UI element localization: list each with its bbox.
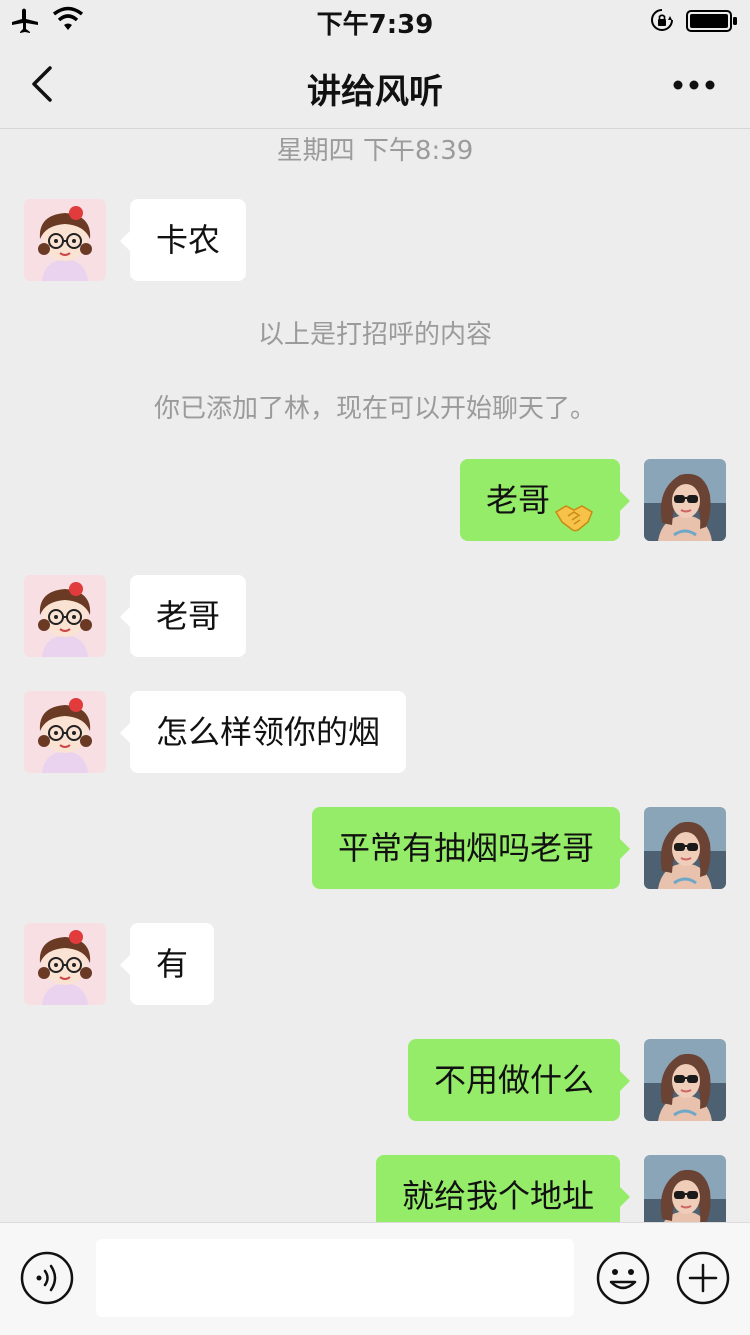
my-avatar[interactable] <box>644 1039 726 1121</box>
chat-timestamp: 星期四 下午8:39 <box>276 136 474 166</box>
contact-avatar[interactable] <box>24 923 106 1005</box>
message-text: 老哥 <box>485 481 550 519</box>
outgoing-message[interactable]: 老哥 <box>459 459 631 541</box>
navigation-bar: 讲给风听 <box>0 40 750 129</box>
system-note-added: 你已添加了林，现在可以开始聊天了。 <box>153 394 596 424</box>
system-note-greeting: 以上是打招呼的内容 <box>257 320 492 350</box>
status-bar: 下午7:39 <box>0 0 750 40</box>
incoming-message[interactable]: 有 <box>119 923 215 1005</box>
status-time: 下午7:39 <box>316 10 434 40</box>
my-avatar[interactable] <box>644 459 726 541</box>
voice-icon[interactable] <box>20 1251 74 1305</box>
my-avatar[interactable] <box>644 807 726 889</box>
handshake-emoji-icon <box>554 482 594 532</box>
contact-avatar[interactable] <box>24 575 106 657</box>
battery-icon <box>686 10 738 32</box>
emoji-icon[interactable] <box>596 1251 650 1305</box>
outgoing-message[interactable]: 不用做什么 <box>407 1039 631 1121</box>
plus-icon[interactable] <box>676 1251 730 1305</box>
incoming-message[interactable]: 老哥 <box>119 575 247 657</box>
orientation-lock-icon <box>650 8 674 32</box>
outgoing-message[interactable]: 平常有抽烟吗老哥 <box>311 807 631 889</box>
contact-avatar[interactable] <box>24 691 106 773</box>
message-input[interactable] <box>96 1239 574 1317</box>
input-bar <box>0 1222 750 1335</box>
more-icon[interactable] <box>672 76 716 90</box>
incoming-message[interactable]: 怎么样领你的烟 <box>119 691 407 773</box>
contact-avatar[interactable] <box>24 199 106 281</box>
incoming-message[interactable]: 卡农 <box>119 199 247 281</box>
chat-title: 讲给风听 <box>307 72 443 112</box>
